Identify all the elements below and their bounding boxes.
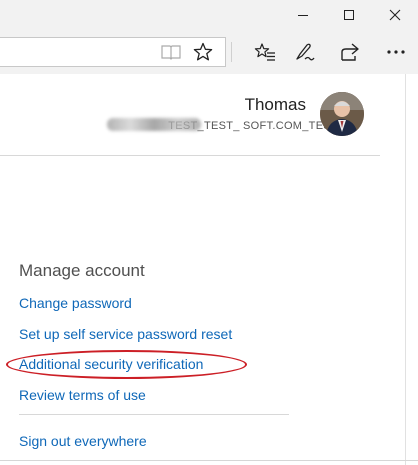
minimize-button[interactable]	[280, 0, 326, 30]
review-terms-link[interactable]: Review terms of use	[19, 387, 146, 403]
web-note-button[interactable]	[290, 37, 320, 67]
pane-border	[405, 74, 406, 465]
favorites-hub-button[interactable]	[250, 37, 280, 67]
toolbar-divider	[231, 42, 232, 62]
more-button[interactable]	[381, 37, 411, 67]
red-highlight-ellipse	[6, 350, 247, 379]
bottom-border	[0, 460, 418, 461]
user-name: Thomas	[244, 95, 306, 114]
close-button[interactable]	[372, 0, 418, 30]
sign-out-everywhere-link[interactable]: Sign out everywhere	[19, 433, 147, 449]
close-icon	[389, 9, 401, 21]
share-button[interactable]	[336, 37, 366, 67]
maximize-icon	[344, 10, 354, 20]
header-divider	[0, 155, 380, 156]
more-icon	[387, 50, 405, 54]
avatar[interactable]	[320, 92, 364, 136]
minimize-icon	[298, 15, 308, 16]
user-photo	[320, 92, 364, 136]
change-password-link[interactable]: Change password	[19, 295, 132, 311]
reading-view-icon	[161, 45, 181, 60]
favorite-button[interactable]	[188, 37, 218, 67]
favorites-hub-icon	[254, 43, 275, 61]
redacted-email-blur	[107, 118, 201, 131]
self-service-password-reset-link[interactable]: Set up self service password reset	[19, 326, 232, 342]
maximize-button[interactable]	[326, 0, 372, 30]
favorite-star-icon	[193, 42, 213, 61]
manage-account-heading: Manage account	[19, 261, 145, 280]
title-bar	[0, 0, 418, 30]
web-note-icon	[296, 43, 315, 61]
reading-view-button[interactable]	[156, 37, 186, 67]
browser-toolbar	[0, 30, 418, 74]
share-icon	[341, 43, 359, 61]
links-divider	[19, 414, 289, 415]
